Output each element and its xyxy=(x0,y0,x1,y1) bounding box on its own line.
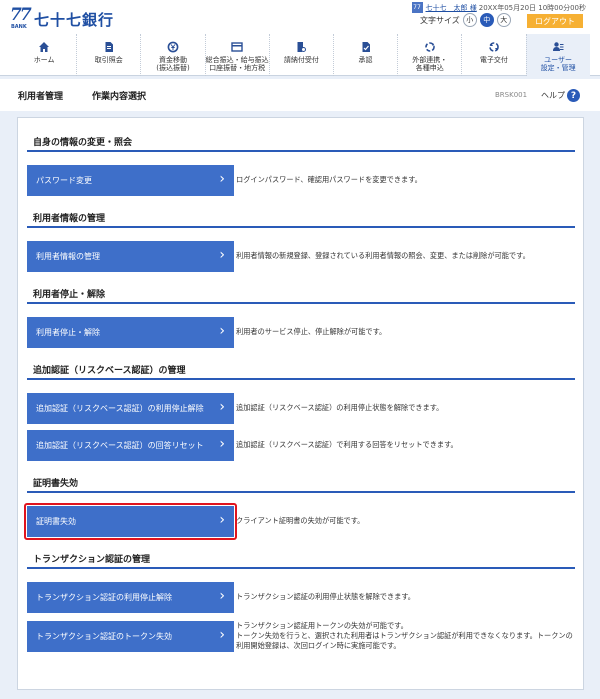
password-change-button[interactable]: パスワード変更 xyxy=(27,165,234,196)
user-settings-icon xyxy=(553,41,564,51)
card-icon xyxy=(231,41,243,52)
action-description: ログインパスワード、確認用パスワードを変更できます。 xyxy=(236,175,422,184)
logo-bank-label: BANK xyxy=(11,24,27,30)
certificate-revoke-button[interactable]: 証明書失効 xyxy=(27,506,234,537)
nav-bulk-transfer[interactable]: 総合振込・給与振込 口座振替・地方税 xyxy=(204,34,269,76)
breadcrumb-category: 利用者管理 xyxy=(18,92,64,102)
user-icon: 77 xyxy=(411,2,423,13)
logo-mark: 77 BANK xyxy=(10,5,32,32)
help-icon: ? xyxy=(567,89,580,102)
section-heading: 証明書失効 xyxy=(27,471,575,493)
nav-label: 総合振込・給与振込 口座振替・地方税 xyxy=(205,56,269,72)
nav-label: 請納付受付 xyxy=(283,56,319,64)
help-link[interactable]: ヘルプ ? xyxy=(541,89,580,102)
user-stop-release-button[interactable]: 利用者停止・解除 xyxy=(27,317,234,348)
action-description: トランザクション認証の利用停止状態を解除できます。 xyxy=(236,592,415,601)
help-label: ヘルプ xyxy=(541,91,565,100)
section-heading: 追加認証（リスクベース認証）の管理 xyxy=(27,358,575,380)
font-size-large-button[interactable]: 大 xyxy=(496,13,511,27)
font-size-control: 文字サイズ 小 中 大 xyxy=(420,13,511,27)
header: 77 BANK 七十七銀行 77 七十七 太郎 様 20XX年05月20日 10… xyxy=(0,0,600,76)
bank-logo[interactable]: 77 BANK 七十七銀行 xyxy=(10,5,115,32)
section-title: トランザクション認証の管理 xyxy=(33,555,151,565)
user-name-link[interactable]: 七十七 太郎 様 xyxy=(426,3,477,13)
font-size-medium-button[interactable]: 中 xyxy=(479,13,494,27)
nav-home[interactable]: ホーム xyxy=(12,34,76,76)
section-title: 証明書失効 xyxy=(33,479,79,489)
section-heading: 利用者停止・解除 xyxy=(27,282,575,304)
nav-inquiry[interactable]: 取引照会 xyxy=(76,34,140,76)
rba-answer-reset-button[interactable]: 追加認証（リスクベース認証）の回答リセット xyxy=(27,430,234,461)
nav-tax-payment[interactable]: 請納付受付 xyxy=(268,34,333,76)
description-line: トランザクション認証用トークンの失効が可能です。 xyxy=(236,621,408,630)
title-bar: 利用者管理 作業内容選択 BRSK001 ヘルプ ? xyxy=(0,79,600,111)
work-selection-panel: 自身の情報の変更・照会 パスワード変更 ログインパスワード、確認用パスワードを変… xyxy=(17,117,584,690)
action-description: クライアント証明書の失効が可能です。 xyxy=(236,516,365,525)
section-heading: 利用者情報の管理 xyxy=(27,206,575,228)
link-icon xyxy=(424,41,435,52)
action-description: 利用者のサービス停止、停止解除が可能です。 xyxy=(236,327,387,336)
section-heading: 自身の情報の変更・照会 xyxy=(27,130,575,152)
nav-label: 電子交付 xyxy=(479,56,508,64)
section-heading: トランザクション認証の管理 xyxy=(27,547,575,569)
approval-icon xyxy=(362,41,370,52)
exchange-icon xyxy=(489,41,499,52)
nav-approval[interactable]: 承認 xyxy=(332,34,397,76)
login-time: 20XX年05月20日 10時00分00秒 xyxy=(478,3,586,12)
logo-number: 77 xyxy=(10,5,32,25)
global-nav: ホーム 取引照会 資金移動 (振込振替) 総合振込・給与振込 口座振替・地方税 … xyxy=(12,34,590,76)
section-title: 利用者停止・解除 xyxy=(33,290,106,300)
nav-external-link[interactable]: 外部連携・ 各種申込 xyxy=(397,34,461,76)
user-info-management-button[interactable]: 利用者情報の管理 xyxy=(27,241,234,272)
action-description: トランザクション認証用トークンの失効が可能です。 トークン失効を行うと、選択され… xyxy=(236,621,575,651)
logo-text: 七十七銀行 xyxy=(34,11,115,29)
action-description: 利用者情報の新規登録、登録されている利用者情報の照会、変更、または削除が可能です… xyxy=(236,251,530,260)
nav-label: 取引照会 xyxy=(94,56,123,64)
action-description: 追加認証（リスクベース認証）で利用する回答をリセットできます。 xyxy=(236,440,458,449)
description-line: トークン失効を行うと、選択された利用者はトランザクション認証が利用できなくなりま… xyxy=(236,631,573,650)
screen-code: BRSK001 xyxy=(495,91,528,99)
font-size-small-button[interactable]: 小 xyxy=(462,13,477,27)
tx-auth-unlock-button[interactable]: トランザクション認証の利用停止解除 xyxy=(27,582,234,613)
page-title: 作業内容選択 xyxy=(92,92,147,102)
nav-label: 外部連携・ 各種申込 xyxy=(412,56,448,72)
nav-label: ユーザー 設定・管理 xyxy=(540,56,576,72)
nav-user-settings[interactable]: ユーザー 設定・管理 xyxy=(525,34,590,76)
nav-label: ホーム xyxy=(33,56,55,64)
action-description: 追加認証（リスクベース認証）の利用停止状態を解除できます。 xyxy=(236,403,444,412)
font-size-label: 文字サイズ xyxy=(420,15,460,25)
user-info: 77 七十七 太郎 様 20XX年05月20日 10時00分00秒 xyxy=(411,2,586,13)
document-icon xyxy=(105,41,113,52)
section-title: 追加認証（リスクベース認証）の管理 xyxy=(33,366,186,376)
nav-transfer[interactable]: 資金移動 (振込振替) xyxy=(140,34,204,76)
nav-e-delivery[interactable]: 電子交付 xyxy=(461,34,525,76)
payment-icon xyxy=(297,41,307,52)
rba-unlock-button[interactable]: 追加認証（リスクベース認証）の利用停止解除 xyxy=(27,393,234,424)
section-title: 自身の情報の変更・照会 xyxy=(33,138,133,148)
home-icon xyxy=(39,41,50,52)
logout-button[interactable]: ログアウト xyxy=(527,14,583,28)
tx-auth-token-revoke-button[interactable]: トランザクション認証のトークン失効 xyxy=(27,621,234,652)
nav-label: 承認 xyxy=(358,56,373,64)
yen-transfer-icon xyxy=(167,41,179,52)
nav-label: 資金移動 (振込振替) xyxy=(156,56,190,72)
section-title: 利用者情報の管理 xyxy=(33,214,106,224)
